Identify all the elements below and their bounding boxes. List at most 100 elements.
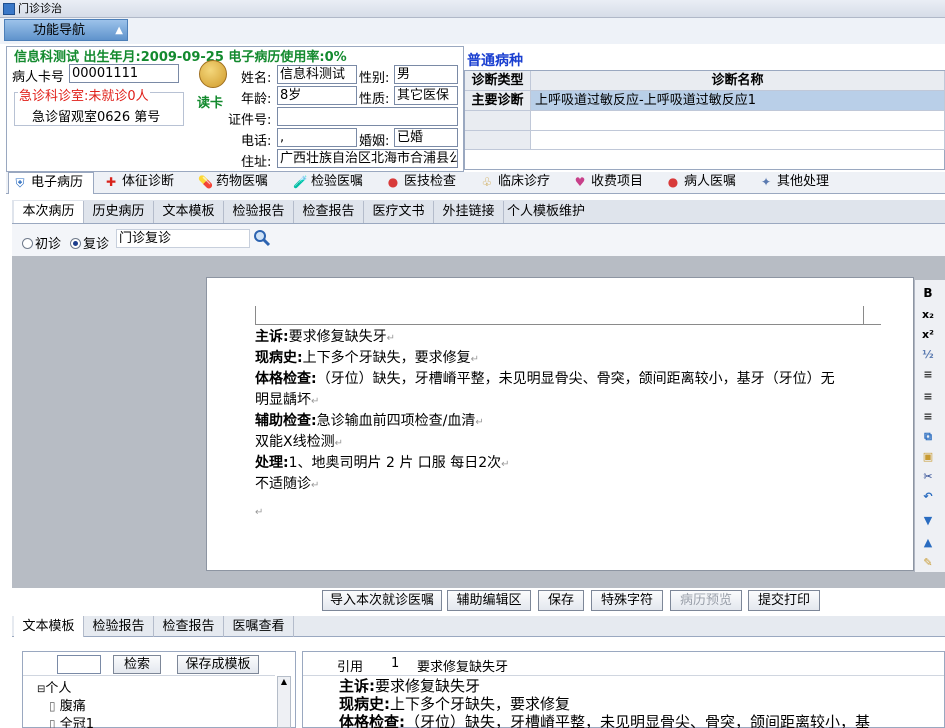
radio-off[interactable] — [22, 238, 33, 249]
treat-text-1: 1、地奥司明片 2 片 口服 每日2次 — [288, 455, 502, 471]
record-document[interactable]: 主诉:要求修复缺失牙↵ 现病史:上下多个牙缺失，要求修复↵ 体格检查:（牙位）缺… — [206, 277, 914, 571]
cut-icon[interactable]: ✂ — [921, 470, 935, 484]
import-orders-button[interactable]: 导入本次就诊医嘱 — [322, 590, 442, 611]
search-icon[interactable] — [253, 229, 271, 247]
subtab-current[interactable]: 本次病历 — [14, 201, 84, 223]
function-nav-label: 功能导航 — [33, 23, 86, 38]
id-field[interactable] — [277, 107, 458, 126]
aux-line-1: 辅助检查:急诊输血前四项检查/血清↵ — [255, 411, 484, 433]
diag-row-type[interactable]: 主要诊断 — [465, 91, 531, 111]
para-mark: ↵ — [311, 480, 320, 491]
nature-label: 性质: — [359, 92, 390, 107]
exam-line-1: 体格检查:（牙位）缺失，牙槽嵴平整，未见明显骨尖、骨突，颌间距离较小，基牙（牙位… — [255, 369, 835, 390]
fraction-icon[interactable]: ½ — [921, 348, 935, 362]
treat-line-2: 不适随诊↵ — [255, 474, 319, 496]
special-char-button[interactable]: 特殊字符 — [591, 590, 663, 611]
save-template-button[interactable]: 保存成模板 — [177, 655, 259, 674]
diag-row-name[interactable]: 上呼吸道过敏反应-上呼吸道过敏反应1 — [531, 91, 945, 111]
phone-field[interactable]: , — [277, 128, 357, 147]
subtab-links[interactable]: 外挂链接 — [434, 201, 504, 223]
marriage-field[interactable]: 已婚 — [394, 128, 458, 147]
tab-patient-order[interactable]: ● 病人医嘱 — [662, 172, 750, 194]
subscript-icon[interactable]: x₂ — [921, 308, 935, 322]
subtab-personal-template[interactable]: 个人模板维护 — [504, 201, 588, 223]
template-search-input[interactable] — [57, 655, 101, 674]
read-card-icon[interactable] — [199, 60, 227, 88]
align-right-icon[interactable]: ≡ — [921, 410, 935, 424]
charges-icon: ♥ — [574, 175, 586, 189]
name-field[interactable]: 信息科测试 — [277, 65, 357, 84]
ruler-corner-left — [255, 306, 256, 325]
tree-scrollbar[interactable]: ▲ — [277, 676, 291, 728]
preview-ref-title: 要求修复缺失牙 — [417, 660, 509, 675]
return-visit-radio[interactable]: 复诊 — [70, 233, 109, 252]
preview-line-3: 体格检查:（牙位）缺失，牙槽嵴平整，未见明显骨尖、骨突，颌间距离较小，基 — [339, 713, 870, 728]
treat-line-1: 处理:1、地奥司明片 2 片 口服 每日2次↵ — [255, 453, 510, 475]
tab-label: 检验医嘱 — [311, 174, 364, 189]
tree-node-crown[interactable]: ▯ 全冠1 — [49, 713, 94, 728]
radio-on[interactable] — [70, 238, 81, 249]
visit-type-input[interactable]: 门诊复诊 — [116, 229, 250, 248]
gender-field[interactable]: 男 — [394, 65, 458, 84]
bold-icon[interactable]: B — [921, 286, 935, 300]
tab-label: 收费项目 — [591, 174, 644, 189]
copy-icon[interactable]: ⧉ — [921, 430, 935, 444]
btab-order-view[interactable]: 医嘱查看 — [224, 616, 294, 637]
subtab-lab-report[interactable]: 检验报告 — [224, 201, 294, 223]
diag-empty-row[interactable] — [465, 111, 531, 131]
nav-strip — [0, 18, 945, 44]
align-left-icon[interactable]: ≡ — [921, 368, 935, 382]
tab-charges[interactable]: ♥ 收费项目 — [569, 172, 657, 194]
undo-icon[interactable]: ↶ — [921, 490, 935, 504]
window-title: 门诊诊治 — [18, 2, 62, 15]
tab-vital[interactable]: ✚ 体征诊断 — [100, 172, 188, 194]
tab-label: 病人医嘱 — [684, 174, 737, 189]
assist-edit-button[interactable]: 辅助编辑区 — [447, 590, 531, 611]
tab-label: 医技检查 — [404, 174, 457, 189]
subtab-text-template[interactable]: 文本模板 — [154, 201, 224, 223]
history-text: 上下多个牙缺失，要求修复 — [302, 350, 471, 366]
scroll-up-icon[interactable]: ▲ — [278, 677, 290, 687]
preview-line-2: 现病史:上下多个牙缺失，要求修复 — [339, 695, 570, 713]
tab-other[interactable]: ✦ 其他处理 — [755, 172, 843, 194]
preview-button[interactable]: 病历预览 — [670, 590, 742, 611]
diag-empty-row[interactable] — [531, 111, 945, 131]
tab-emr[interactable]: ⛨ 电子病历 — [8, 172, 94, 194]
btab-exam-report[interactable]: 检查报告 — [154, 616, 224, 637]
move-up-icon[interactable]: ▲ — [921, 536, 935, 550]
tab-label: 药物医嘱 — [216, 174, 269, 189]
function-nav-button[interactable]: 功能导航 ▲ — [4, 19, 128, 41]
nature-field[interactable]: 其它医保 — [394, 86, 458, 105]
marriage-label: 婚姻: — [359, 134, 390, 149]
save-button[interactable]: 保存 — [538, 590, 584, 611]
tab-tech-exam[interactable]: ● 医技检查 — [382, 172, 470, 194]
subtab-medical-doc[interactable]: 医疗文书 — [364, 201, 434, 223]
card-no-field[interactable]: 00001111 — [69, 64, 179, 83]
diag-empty-row[interactable] — [465, 131, 531, 150]
format-paint-icon[interactable]: ✎ — [921, 556, 935, 570]
first-visit-radio[interactable]: 初诊 — [22, 233, 61, 252]
tab-lab-order[interactable]: 🧪 检验医嘱 — [289, 172, 377, 194]
tree-node-abdominal[interactable]: ▯ 腹痛 — [49, 695, 86, 714]
superscript-icon[interactable]: x² — [921, 328, 935, 342]
history-label: 现病史: — [255, 350, 303, 366]
diag-empty-row[interactable] — [531, 131, 945, 150]
age-field[interactable]: 8岁 — [277, 86, 357, 105]
submit-print-button[interactable]: 提交打印 — [748, 590, 820, 611]
subtab-exam-report[interactable]: 检查报告 — [294, 201, 364, 223]
window-titlebar: 门诊诊治 — [0, 0, 945, 18]
preview-divider — [303, 675, 944, 676]
panel-divider — [23, 675, 275, 676]
btab-text-template[interactable]: 文本模板 — [14, 616, 84, 637]
tab-drug-order[interactable]: 💊 药物医嘱 — [194, 172, 282, 194]
tab-clinical[interactable]: ♧ 临床诊疗 — [476, 172, 564, 194]
btab-lab-report[interactable]: 检验报告 — [84, 616, 154, 637]
read-card-button[interactable]: 读卡 — [197, 92, 223, 111]
align-center-icon[interactable]: ≡ — [921, 390, 935, 404]
tree-node-personal[interactable]: ⊟个人 — [37, 677, 71, 696]
subtab-history[interactable]: 历史病历 — [84, 201, 154, 223]
template-search-button[interactable]: 检索 — [113, 655, 161, 674]
paste-icon[interactable]: ▣ — [921, 450, 935, 464]
move-down-icon[interactable]: ▼ — [921, 514, 935, 528]
address-field[interactable]: 广西壮族自治区北海市合浦县公 — [277, 149, 458, 168]
